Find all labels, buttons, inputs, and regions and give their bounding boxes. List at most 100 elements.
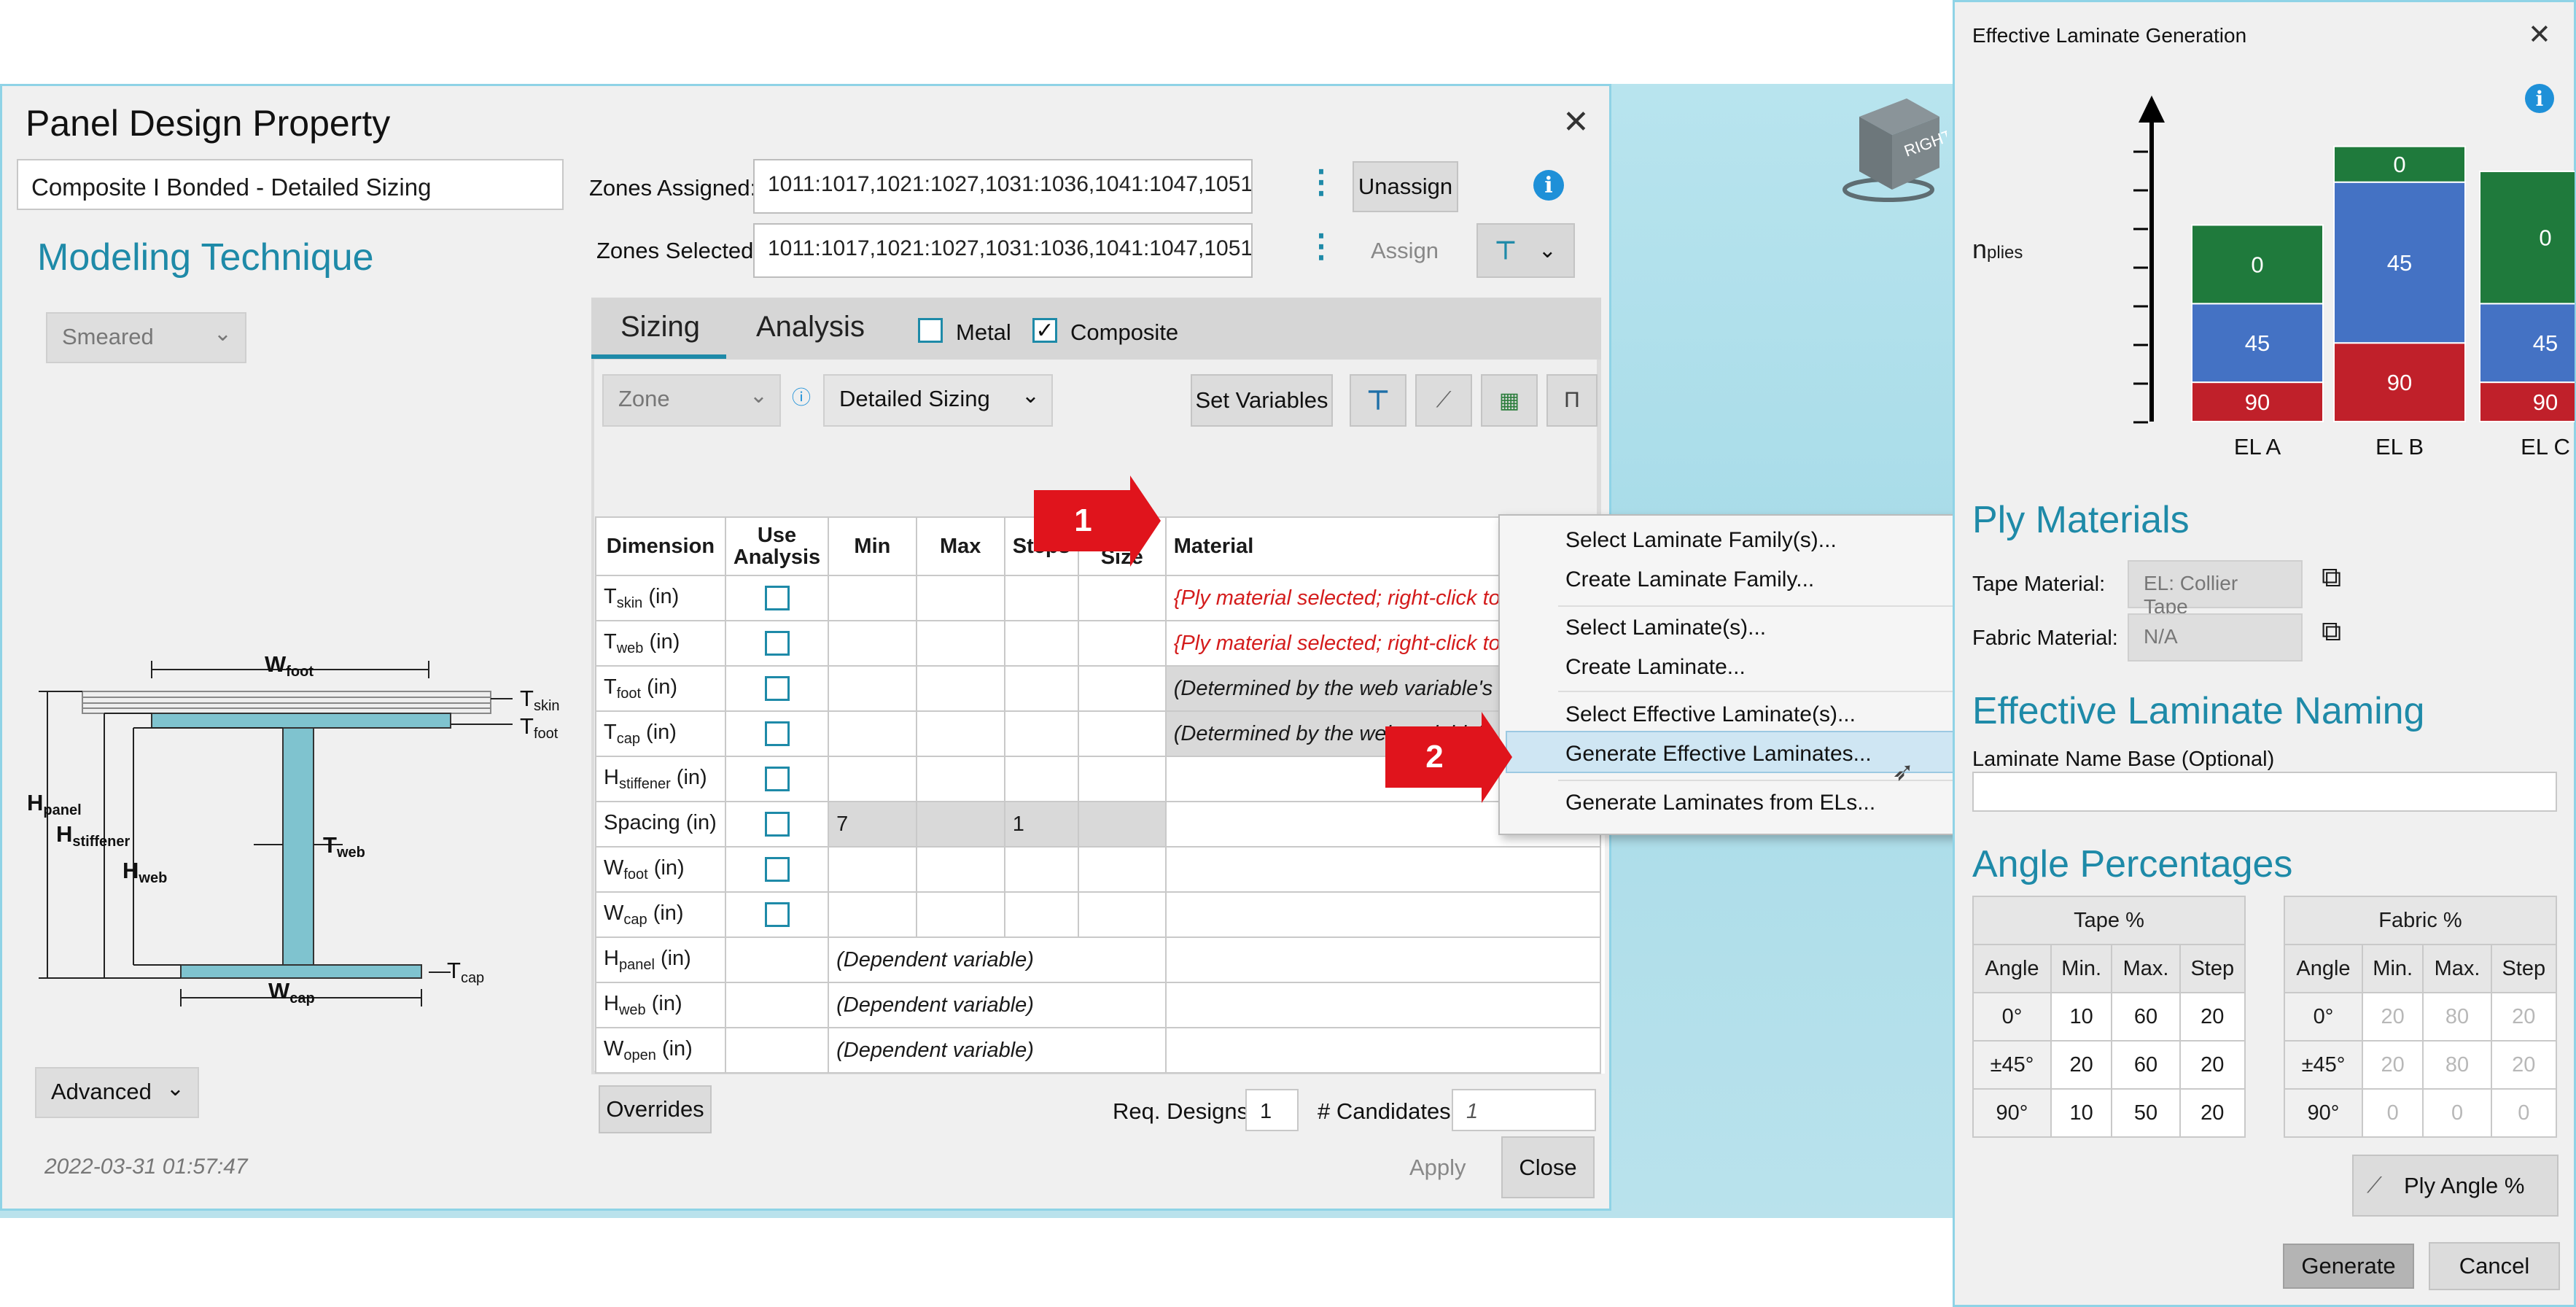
use-analysis-checkbox[interactable] <box>764 812 790 837</box>
step-size-cell[interactable] <box>1077 801 1167 848</box>
min-cell[interactable] <box>828 575 917 621</box>
table-row[interactable]: Wfoot (in) <box>595 846 1602 893</box>
percent-cell[interactable]: 20 <box>2490 992 2558 1042</box>
close-icon[interactable]: ✕ <box>1563 104 1589 141</box>
overrides-button[interactable]: Overrides <box>599 1085 712 1133</box>
menu-generate-effective-laminates[interactable]: Generate Effective Laminates... <box>1565 742 1872 767</box>
table-row[interactable]: Wopen (in) (Dependent variable) <box>595 1027 1602 1074</box>
use-analysis-checkbox[interactable] <box>764 631 790 656</box>
percent-cell[interactable]: 10 <box>2050 1088 2113 1138</box>
percent-cell[interactable]: 20 <box>2179 1040 2246 1090</box>
steps-cell[interactable] <box>1003 620 1079 667</box>
steps-cell[interactable] <box>1003 891 1079 938</box>
max-cell[interactable] <box>915 801 1005 848</box>
zones-assigned-field[interactable]: 1011:1017,1021:1027,1031:1036,1041:1047,… <box>753 159 1253 214</box>
max-cell[interactable] <box>915 891 1005 938</box>
steps-cell[interactable] <box>1003 665 1079 712</box>
material-cell[interactable] <box>1164 982 1602 1028</box>
menu-generate-laminates-from-els[interactable]: Generate Laminates from ELs... <box>1565 791 1875 815</box>
steps-cell[interactable]: 1 <box>1003 801 1079 848</box>
menu-select-laminate-family[interactable]: Select Laminate Family(s)... <box>1565 528 1837 553</box>
beam-tool-icon[interactable]: ⊤ <box>1350 374 1406 427</box>
material-cell[interactable] <box>1164 1027 1602 1074</box>
material-cell[interactable] <box>1164 846 1602 893</box>
candidates-input[interactable]: 1 <box>1452 1089 1596 1131</box>
table-row[interactable]: Tweb (in) {Ply material selected; right-c… <box>595 620 1602 667</box>
percent-cell[interactable]: 60 <box>2111 1040 2181 1090</box>
unassign-button[interactable]: Unassign <box>1353 161 1458 212</box>
ply-angle-tool-icon[interactable]: ⟋ <box>1415 374 1472 427</box>
zones-assigned-menu-icon[interactable]: ⋮ <box>1305 163 1337 201</box>
table-row[interactable]: Hpanel (in) (Dependent variable) <box>595 936 1602 983</box>
close-button[interactable]: Close <box>1501 1136 1595 1198</box>
close-icon[interactable]: ✕ <box>2528 18 2551 51</box>
technique-dropdown[interactable]: Smeared ⌄ <box>46 312 246 363</box>
min-cell[interactable] <box>828 710 917 757</box>
table-row[interactable]: Spacing (in) 7 1 <box>595 801 1602 848</box>
percent-cell[interactable]: 20 <box>2361 1040 2424 1090</box>
max-cell[interactable] <box>915 575 1005 621</box>
zone-dropdown[interactable]: Zone ⌄ <box>602 374 781 427</box>
max-cell[interactable] <box>915 620 1005 667</box>
table-row[interactable]: Tfoot (in) (Determined by the web variabl… <box>595 665 1602 712</box>
max-cell[interactable] <box>915 665 1005 712</box>
property-name-field[interactable]: Composite I Bonded - Detailed Sizing <box>17 159 564 210</box>
set-variables-button[interactable]: Set Variables <box>1191 374 1333 427</box>
apply-button[interactable]: Apply <box>1409 1155 1466 1181</box>
external-link-icon[interactable]: ⧉ <box>2322 616 2341 648</box>
percent-cell[interactable]: 20 <box>2490 1040 2558 1090</box>
step-size-cell[interactable] <box>1077 710 1167 757</box>
material-cell[interactable] <box>1164 936 1602 983</box>
composite-checkbox[interactable]: ✓ <box>1032 318 1057 343</box>
max-cell[interactable] <box>915 756 1005 802</box>
use-analysis-checkbox[interactable] <box>764 586 790 611</box>
percent-cell[interactable]: 20 <box>2361 992 2424 1042</box>
percent-cell[interactable]: 0 <box>2490 1088 2558 1138</box>
min-cell[interactable] <box>828 620 917 667</box>
zone-info-icon[interactable]: ⓘ <box>792 383 811 410</box>
step-size-cell[interactable] <box>1077 575 1167 621</box>
percent-cell[interactable]: 50 <box>2111 1088 2181 1138</box>
generate-button[interactable]: Generate <box>2283 1244 2414 1289</box>
steps-cell[interactable] <box>1003 575 1079 621</box>
external-link-icon[interactable]: ⧉ <box>2322 562 2341 594</box>
material-cell[interactable] <box>1164 891 1602 938</box>
min-cell[interactable] <box>828 846 917 893</box>
percent-cell[interactable]: 0 <box>2422 1088 2492 1138</box>
table-row[interactable]: Tskin (in) {Ply material selected; right-… <box>595 575 1602 621</box>
tab-sizing[interactable]: Sizing <box>620 311 700 344</box>
assign-button[interactable]: Assign <box>1371 238 1439 264</box>
step-size-cell[interactable] <box>1077 620 1167 667</box>
percent-cell[interactable]: 20 <box>2050 1040 2113 1090</box>
percent-cell[interactable]: 0 <box>2361 1088 2424 1138</box>
table-row[interactable]: Hweb (in) (Dependent variable) <box>595 982 1602 1028</box>
steps-cell[interactable] <box>1003 846 1079 893</box>
menu-select-laminates[interactable]: Select Laminate(s)... <box>1565 616 1766 640</box>
percent-cell[interactable]: 20 <box>2179 992 2246 1042</box>
min-cell[interactable] <box>828 665 917 712</box>
percent-cell[interactable]: 60 <box>2111 992 2181 1042</box>
req-designs-input[interactable]: 1 <box>1245 1089 1299 1131</box>
min-cell[interactable] <box>828 756 917 802</box>
zones-selected-field[interactable]: 1011:1017,1021:1027,1031:1036,1041:1047,… <box>753 223 1253 278</box>
advanced-dropdown[interactable]: Advanced ⌄ <box>35 1067 199 1118</box>
steps-cell[interactable] <box>1003 756 1079 802</box>
info-icon[interactable]: i <box>1533 170 1564 201</box>
percent-cell[interactable]: 80 <box>2422 1040 2492 1090</box>
percent-cell[interactable]: 10 <box>2050 992 2113 1042</box>
table-row[interactable]: Wcap (in) <box>595 891 1602 938</box>
sizing-mode-dropdown[interactable]: Detailed Sizing ⌄ <box>823 374 1053 427</box>
cancel-button[interactable]: Cancel <box>2429 1242 2560 1290</box>
step-size-cell[interactable] <box>1077 891 1167 938</box>
fabric-material-field[interactable]: N/A <box>2128 613 2303 662</box>
step-size-cell[interactable] <box>1077 665 1167 712</box>
assign-options-button[interactable]: ⊤ ⌄ <box>1476 223 1575 278</box>
column-tool-icon[interactable]: Π <box>1546 374 1598 427</box>
max-cell[interactable] <box>915 846 1005 893</box>
step-size-cell[interactable] <box>1077 756 1167 802</box>
tab-analysis[interactable]: Analysis <box>756 311 865 344</box>
percent-cell[interactable]: 80 <box>2422 992 2492 1042</box>
zones-selected-menu-icon[interactable]: ⋮ <box>1305 228 1337 265</box>
use-analysis-checkbox[interactable] <box>764 857 790 883</box>
laminate-map-icon[interactable]: ▦ <box>1481 374 1538 427</box>
